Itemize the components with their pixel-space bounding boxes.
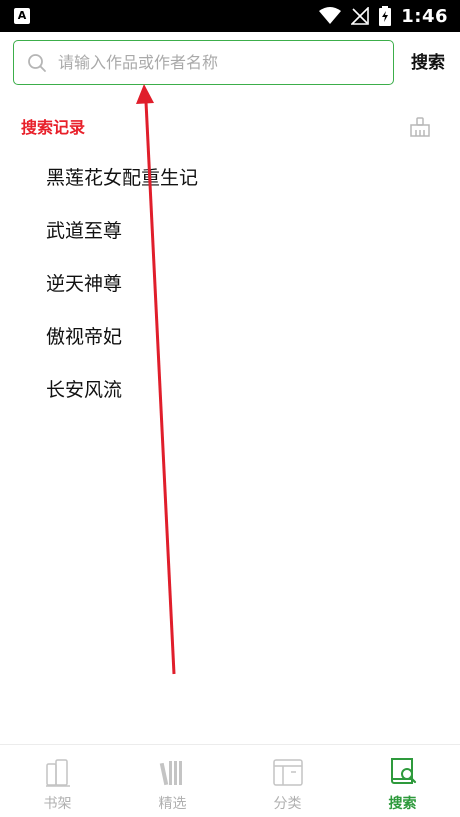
history-item[interactable]: 傲视帝妃	[0, 311, 460, 364]
wifi-icon	[319, 7, 342, 25]
clear-history-button[interactable]	[408, 115, 432, 139]
search-box[interactable]	[13, 40, 394, 85]
search-input[interactable]	[58, 41, 378, 83]
books-icon	[159, 761, 182, 786]
nav-item-category[interactable]: 分类	[230, 745, 345, 817]
search-history-title: 搜索记录	[21, 118, 86, 137]
nav-item-bookshelf[interactable]: 书架	[0, 745, 115, 817]
nav-label: 书架	[43, 796, 72, 812]
nav-item-featured[interactable]: 精选	[115, 745, 230, 817]
nav-label: 搜索	[388, 796, 417, 812]
category-icon	[272, 759, 303, 786]
notification-app-icon: A	[14, 8, 30, 24]
search-history-list: 黑莲花女配重生记 武道至尊 逆天神尊 傲视帝妃 长安风流	[0, 152, 460, 417]
status-icons: 1:46	[319, 0, 448, 32]
broom-icon	[410, 117, 430, 137]
nav-item-search[interactable]: 搜索	[345, 745, 460, 817]
search-button[interactable]: 搜索	[404, 46, 452, 80]
nav-label: 精选	[158, 796, 187, 812]
status-time: 1:46	[401, 5, 448, 27]
history-item[interactable]: 逆天神尊	[0, 258, 460, 311]
book-search-icon	[390, 758, 416, 784]
nav-label: 分类	[273, 796, 302, 812]
history-item[interactable]: 武道至尊	[0, 205, 460, 258]
bookshelf-icon	[45, 759, 70, 787]
battery-charging-icon	[379, 6, 392, 26]
history-item[interactable]: 长安风流	[0, 364, 460, 417]
search-icon	[27, 53, 47, 73]
bottom-nav: 书架 精选 分类 搜索	[0, 744, 460, 817]
signal-off-icon	[351, 7, 370, 25]
status-bar: A 1:46	[0, 0, 460, 32]
history-item[interactable]: 黑莲花女配重生记	[0, 152, 460, 205]
